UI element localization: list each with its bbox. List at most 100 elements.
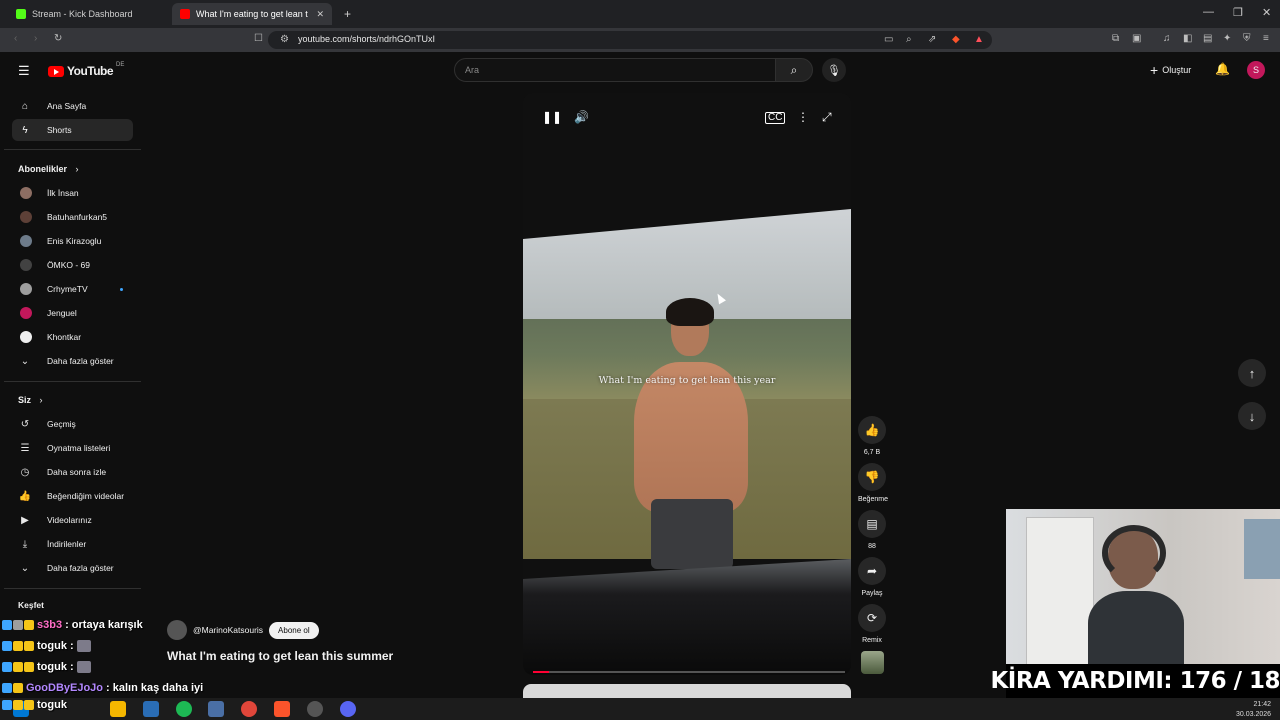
vpn-icon[interactable]: ⛨	[1243, 33, 1251, 44]
clock-date: 30.03.2026	[1236, 711, 1272, 718]
sidebar-item-home[interactable]: ⌂ Ana Sayfa	[12, 95, 133, 117]
like-button[interactable]: 👍 6,7 B	[858, 416, 886, 456]
brave-rewards-icon[interactable]: ▲	[974, 34, 984, 45]
obs-icon[interactable]	[307, 701, 323, 717]
sidebar-item-label: Geçmiş	[47, 419, 76, 429]
cast-icon[interactable]: ▭	[884, 34, 893, 45]
pause-icon[interactable]: ❚❚	[542, 110, 562, 124]
remix-button[interactable]: ⟳ Remix	[858, 604, 886, 644]
sidebar-item-label: Daha fazla göster	[47, 563, 114, 573]
sidebar-toggle-icon[interactable]: ◧	[1183, 33, 1192, 44]
system-clock[interactable]: 21:42 30.03.2026	[1236, 700, 1271, 720]
extensions-icon[interactable]: ⧉	[1112, 33, 1119, 44]
share-icon[interactable]: ⇗	[928, 34, 936, 45]
reload-icon[interactable]: ↻	[54, 33, 62, 44]
chat-message: toguk	[2, 699, 67, 711]
tab-search-icon[interactable]: ▣	[1132, 33, 1141, 44]
tab-youtube-short[interactable]: What I'm eating to get lean t ✕	[172, 3, 332, 25]
sidebar-item-label: Daha sonra izle	[47, 467, 107, 477]
sidebar-subscription[interactable]: Khontkar	[12, 326, 133, 348]
notifications-bell-icon[interactable]: 🔔	[1215, 62, 1230, 76]
discord-icon[interactable]	[340, 701, 356, 717]
tab-kick-dashboard[interactable]: Stream - Kick Dashboard	[8, 3, 168, 25]
voice-search-button[interactable]: 🎙	[822, 58, 846, 82]
share-button[interactable]: ➦ Paylaş	[858, 557, 886, 597]
video-progress-bar[interactable]	[533, 671, 845, 673]
chat-username: s3b3	[37, 619, 63, 631]
hamburger-menu-icon[interactable]: ☰	[18, 63, 30, 79]
next-short-button[interactable]: ↓	[1238, 402, 1266, 430]
sidebar-item-playlists[interactable]: ☰ Oynatma listeleri	[12, 437, 133, 459]
audio-source-thumbnail[interactable]	[861, 651, 884, 674]
calculator-icon[interactable]	[208, 701, 224, 717]
address-bar[interactable]: ⚙ youtube.com/shorts/ndrhGOnTUxI ▭ ⌕ ⇗ ◆…	[268, 31, 992, 49]
sidebar-show-more[interactable]: ⌄ Daha fazla göster	[12, 557, 133, 579]
create-button[interactable]: + Oluştur	[1150, 62, 1191, 78]
divider	[4, 588, 141, 589]
maximize-icon[interactable]: ❐	[1233, 6, 1243, 19]
subscribe-button[interactable]: Abone ol	[269, 621, 319, 639]
you-header[interactable]: Siz ›	[18, 395, 43, 405]
fullscreen-icon[interactable]: ⤢	[822, 110, 832, 125]
sidebar-item-label: Oynatma listeleri	[47, 443, 111, 453]
sidebar-subscription[interactable]: İlk İnsan	[12, 182, 133, 204]
subscriptions-header[interactable]: Abonelikler ›	[18, 164, 79, 174]
search-button[interactable]: ⌕	[775, 58, 813, 82]
sidebar-subscription[interactable]: CrhymeTV	[12, 278, 133, 300]
shorts-video-player[interactable]: What I'm eating to get lean this year ❚❚…	[523, 93, 851, 675]
sidebar-item-your-videos[interactable]: ▶ Videolarınız	[12, 509, 133, 531]
menu-icon[interactable]: ≡	[1263, 33, 1269, 44]
channel-avatar	[20, 259, 32, 271]
sidebar-item-watch-later[interactable]: ◷ Daha sonra izle	[12, 461, 133, 483]
sidebar-subscription[interactable]: Jenguel	[12, 302, 133, 324]
close-tab-icon[interactable]: ✕	[316, 9, 324, 20]
brave-icon[interactable]	[274, 701, 290, 717]
media-icon[interactable]: ♫	[1163, 33, 1171, 44]
bookmark-icon[interactable]: ☐	[254, 33, 263, 44]
file-explorer-icon[interactable]	[110, 701, 126, 717]
search-icon: ⌕	[790, 62, 798, 77]
video-title[interactable]: What I'm eating to get lean this summer	[167, 649, 393, 663]
sidebar-show-more[interactable]: ⌄ Daha fazla göster	[12, 350, 133, 372]
badge-icon	[24, 620, 34, 630]
channel-handle[interactable]: @MarinoKatsouris	[193, 625, 263, 635]
arrow-down-icon: ↓	[1248, 408, 1256, 424]
sidebar-item-liked-videos[interactable]: 👍 Beğendiğim videolar	[12, 485, 133, 507]
comments-button[interactable]: ▤ 88	[858, 510, 886, 550]
volume-icon[interactable]: 🔊	[574, 110, 589, 124]
streamer	[1088, 525, 1184, 664]
close-window-icon[interactable]: ✕	[1262, 6, 1271, 19]
brave-shield-icon[interactable]: ◆	[952, 34, 960, 45]
youtube-logo[interactable]: YouTube DE	[48, 62, 124, 78]
new-tab-button[interactable]: +	[336, 3, 356, 25]
wallet-icon[interactable]: ▤	[1203, 33, 1212, 44]
plus-icon: +	[1150, 62, 1159, 78]
spotify-icon[interactable]	[176, 701, 192, 717]
chevron-right-icon: ›	[75, 164, 79, 174]
forward-icon[interactable]: ›	[34, 33, 37, 44]
store-icon[interactable]	[143, 701, 159, 717]
sidebar: ⌂ Ana Sayfa ϟ Shorts Abonelikler › İlk İ…	[0, 92, 145, 702]
captions-icon[interactable]: CC	[765, 112, 786, 124]
minimize-icon[interactable]: —	[1203, 6, 1214, 18]
site-info-icon[interactable]: ⚙	[280, 34, 289, 45]
back-icon[interactable]: ‹	[14, 33, 17, 44]
channel-avatar[interactable]	[167, 620, 187, 640]
account-avatar[interactable]: S	[1247, 61, 1265, 79]
previous-short-button[interactable]: ↑	[1238, 359, 1266, 387]
zoom-icon[interactable]: ⌕	[906, 34, 912, 45]
sidebar-subscription[interactable]: ÖMKO - 69	[12, 254, 133, 276]
chrome-icon[interactable]	[241, 701, 257, 717]
channel-avatar	[20, 331, 32, 343]
url-text[interactable]: youtube.com/shorts/ndrhGOnTUxI	[298, 34, 435, 44]
more-options-icon[interactable]: ⋮	[797, 110, 809, 124]
search-input[interactable]: Ara	[454, 58, 776, 82]
sidebar-item-history[interactable]: ↺ Geçmiş	[12, 413, 133, 435]
new-content-dot	[120, 288, 123, 291]
sidebar-item-downloads[interactable]: ⤓ İndirilenler	[12, 533, 133, 555]
leo-ai-icon[interactable]: ✦	[1223, 33, 1231, 44]
dislike-button[interactable]: 👎 Beğenme	[858, 463, 888, 503]
sidebar-subscription[interactable]: Enis Kirazoglu	[12, 230, 133, 252]
sidebar-item-shorts[interactable]: ϟ Shorts	[12, 119, 133, 141]
sidebar-subscription[interactable]: Batuhanfurkan5	[12, 206, 133, 228]
